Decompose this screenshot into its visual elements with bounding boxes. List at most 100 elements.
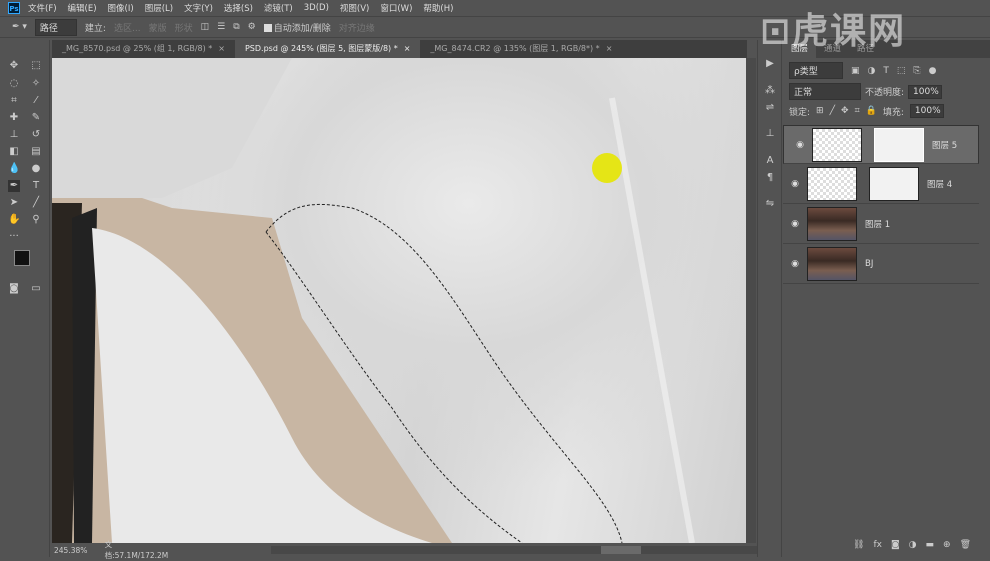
- quick-mask-icon[interactable]: ◙: [8, 283, 20, 295]
- filter-pixel-icon[interactable]: ▣: [851, 66, 860, 76]
- dodge-tool-icon[interactable]: ●: [30, 163, 42, 175]
- lock-position-icon[interactable]: ✥: [841, 106, 849, 116]
- horizontal-scrollbar[interactable]: [271, 546, 757, 554]
- menu-item[interactable]: 文件(F): [28, 2, 57, 14]
- adjustment-layer-icon[interactable]: ◑: [909, 540, 917, 550]
- new-layer-icon[interactable]: ⊕: [943, 540, 951, 550]
- layer-row-bj[interactable]: ◉ BJ: [783, 245, 979, 284]
- gear-icon[interactable]: ⚙: [248, 22, 256, 32]
- lock-paint-icon[interactable]: ╱: [830, 106, 835, 116]
- close-icon[interactable]: ×: [606, 44, 613, 53]
- filter-shape-icon[interactable]: ⬚: [897, 66, 906, 76]
- vertical-scrollbar[interactable]: [746, 58, 756, 543]
- visibility-eye-icon[interactable]: ◉: [783, 179, 807, 189]
- menu-item[interactable]: 窗口(W): [380, 2, 412, 14]
- properties-icon[interactable]: ⇋: [764, 198, 776, 210]
- filter-adjust-icon[interactable]: ◑: [868, 66, 876, 76]
- menu-item[interactable]: 文字(Y): [184, 2, 213, 14]
- mode-select[interactable]: 路径: [34, 18, 77, 36]
- layer-row-1[interactable]: ◉ 图层 1: [783, 205, 979, 244]
- document-tab[interactable]: PSD.psd @ 245% (图层 5, 图层蒙版/8) * ×: [234, 40, 421, 58]
- visibility-eye-icon[interactable]: ◉: [783, 219, 807, 229]
- screen-mode-icon[interactable]: ▭: [30, 283, 42, 295]
- opacity-input[interactable]: 100%: [908, 84, 943, 99]
- brush-settings-icon[interactable]: ⁂: [764, 85, 776, 97]
- mask-button[interactable]: 蒙版: [149, 21, 167, 34]
- group-icon[interactable]: ▬: [926, 540, 935, 550]
- menu-item[interactable]: 图像(I): [108, 2, 134, 14]
- path-selection-icon[interactable]: ➤: [8, 197, 20, 209]
- blur-tool-icon[interactable]: 💧: [8, 163, 20, 175]
- eyedropper-icon[interactable]: ⁄: [30, 95, 42, 107]
- foreground-color-swatch[interactable]: [14, 250, 30, 266]
- layer-row-4[interactable]: ◉ 图层 4: [783, 165, 979, 204]
- layer-name[interactable]: BJ: [865, 259, 873, 269]
- hand-tool-icon[interactable]: ✋: [8, 214, 20, 226]
- healing-brush-icon[interactable]: ✚: [8, 112, 20, 124]
- path-operations-icon[interactable]: ◫: [201, 22, 210, 32]
- paragraph-icon[interactable]: ¶: [764, 172, 776, 184]
- eraser-tool-icon[interactable]: ◧: [8, 146, 20, 158]
- fx-icon[interactable]: fx: [873, 540, 882, 550]
- close-icon[interactable]: ×: [218, 44, 225, 53]
- lasso-tool-icon[interactable]: ◌: [8, 78, 20, 90]
- layer-row-5[interactable]: ◉ 图层 5: [783, 125, 979, 164]
- document-canvas[interactable]: [52, 58, 746, 543]
- crop-tool-icon[interactable]: ⌗: [8, 95, 20, 107]
- character-icon[interactable]: A: [764, 155, 776, 167]
- align-edges-checkbox[interactable]: 对齐边缘: [339, 21, 375, 34]
- filter-select[interactable]: ρ类型: [789, 62, 843, 79]
- layer-name[interactable]: 图层 1: [865, 218, 890, 230]
- layer-name[interactable]: 图层 4: [927, 178, 952, 190]
- fill-input[interactable]: 100%: [909, 104, 944, 118]
- blend-mode-select[interactable]: 正常: [789, 83, 861, 100]
- trash-icon[interactable]: 🗑: [960, 540, 971, 550]
- path-alignment-icon[interactable]: ☰: [217, 22, 225, 32]
- move-tool-icon[interactable]: ✥: [8, 60, 20, 72]
- pen-tool-icon[interactable]: ✒: [8, 180, 20, 192]
- lock-all-icon[interactable]: 🔒: [866, 106, 877, 116]
- marquee-tool-icon[interactable]: ⬚: [30, 60, 42, 72]
- close-icon[interactable]: ×: [404, 44, 411, 53]
- brush-tool-icon[interactable]: ✎: [30, 112, 42, 124]
- layer-name[interactable]: 图层 5: [932, 139, 957, 151]
- filter-toggle-icon[interactable]: ●: [929, 66, 937, 76]
- auto-add-checkbox[interactable]: 自动添加/删除: [263, 21, 331, 34]
- type-tool-icon[interactable]: T: [30, 180, 42, 192]
- magic-wand-icon[interactable]: ✧: [30, 78, 42, 90]
- play-icon[interactable]: ▶: [764, 58, 776, 70]
- visibility-eye-icon[interactable]: ◉: [788, 140, 812, 150]
- stamp-tool-icon[interactable]: ⊥: [8, 129, 20, 141]
- lock-artboard-icon[interactable]: ⌗: [855, 106, 860, 116]
- visibility-eye-icon[interactable]: ◉: [783, 259, 807, 269]
- menu-item[interactable]: 视图(V): [340, 2, 369, 14]
- pen-tool-icon[interactable]: ✒ ▾: [12, 22, 27, 32]
- layer-mask-thumbnail[interactable]: [874, 127, 924, 162]
- lock-transparent-icon[interactable]: ⊞: [816, 106, 824, 116]
- add-mask-icon[interactable]: ◙: [891, 540, 900, 550]
- history-brush-icon[interactable]: ↺: [30, 129, 42, 141]
- document-tab[interactable]: _MG_8474.CR2 @ 135% (图层 1, RGB/8*) * ×: [420, 40, 622, 58]
- scroll-thumb[interactable]: [601, 546, 642, 554]
- filter-smart-icon[interactable]: ⎘: [913, 66, 920, 76]
- shape-button[interactable]: 形状: [175, 21, 193, 34]
- zoom-tool-icon[interactable]: ⚲: [30, 214, 42, 226]
- filter-type-icon[interactable]: T: [883, 66, 889, 76]
- gradient-tool-icon[interactable]: ▤: [30, 146, 42, 158]
- path-arrangement-icon[interactable]: ⧉: [233, 22, 239, 32]
- menu-item[interactable]: 编辑(E): [68, 2, 97, 14]
- clone-source-icon[interactable]: ⊥: [764, 128, 776, 140]
- zoom-level[interactable]: 245.38%: [54, 546, 103, 555]
- menu-item[interactable]: 3D(D): [304, 3, 329, 13]
- menu-item[interactable]: 滤镜(T): [264, 2, 293, 14]
- line-tool-icon[interactable]: ╱: [30, 197, 42, 209]
- layer-mask-thumbnail[interactable]: [869, 167, 919, 201]
- menu-item[interactable]: 帮助(H): [423, 2, 453, 14]
- more-tools-icon[interactable]: ···: [8, 231, 20, 243]
- adjustments-icon[interactable]: ⇌: [764, 102, 776, 114]
- menu-item[interactable]: 选择(S): [224, 2, 253, 14]
- document-tab[interactable]: _MG_8570.psd @ 25% (组 1, RGB/8) * ×: [52, 40, 235, 58]
- link-icon[interactable]: ⛓: [853, 540, 864, 550]
- selection-button[interactable]: 选区...: [114, 21, 141, 34]
- menu-item[interactable]: 图层(L): [145, 2, 173, 14]
